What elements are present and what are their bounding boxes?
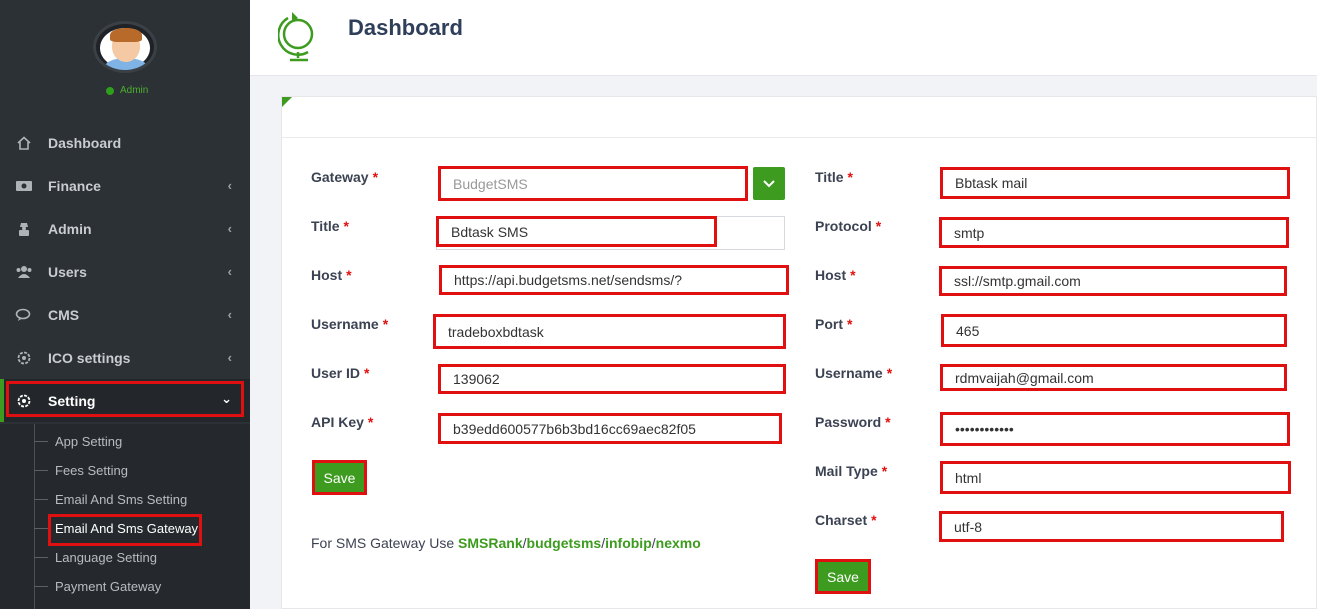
sms-host-value: https://api.budgetsms.net/sendsms/? [454, 272, 683, 288]
chevron-left-icon: ‹ [227, 221, 232, 236]
submenu-item-app-setting[interactable]: App Setting [0, 427, 250, 456]
email-username-label: Username * [815, 365, 893, 381]
submenu-item-fees-setting[interactable]: Fees Setting [0, 456, 250, 485]
sidebar-item-dashboard[interactable]: Dashboard [0, 121, 250, 164]
gateway-select[interactable]: BudgetSMS [438, 166, 748, 201]
link-infobip[interactable]: infobip [605, 535, 652, 551]
port-value: 465 [956, 322, 980, 339]
password-value: •••••••••••• [955, 421, 1014, 437]
sidebar-item-label: Finance [48, 177, 101, 194]
link-smsrank[interactable]: SMSRank [458, 535, 523, 551]
avatar[interactable] [93, 21, 157, 73]
sms-username-label: Username * [311, 316, 389, 332]
sidebar-item-label: Users [48, 263, 87, 280]
page-header: Dashboard [250, 0, 1317, 76]
user-panel: Admin [0, 0, 250, 110]
chevron-down-icon [763, 179, 775, 187]
user-id-label: User ID * [311, 365, 370, 381]
cog-icon [14, 350, 34, 366]
sms-title-value: Bdtask SMS [451, 223, 529, 240]
chevron-left-icon: ‹ [227, 264, 232, 279]
sidebar-item-ico-settings[interactable]: ICO settings ‹ [0, 336, 250, 379]
sms-host-input[interactable]: https://api.budgetsms.net/sendsms/? [439, 265, 789, 295]
sms-title-label: Title * [311, 218, 349, 234]
submenu-item-payment-gateway[interactable]: Payment Gateway [0, 572, 250, 601]
gateway-dropdown-button[interactable] [753, 167, 785, 200]
user-status: Admin [106, 85, 148, 96]
chevron-left-icon: ‹ [227, 307, 232, 322]
charset-value: utf-8 [954, 518, 983, 535]
api-key-label: API Key * [311, 414, 374, 430]
setting-highlight-box [6, 381, 244, 417]
sidebar-item-cms[interactable]: CMS ‹ [0, 293, 250, 336]
sms-username-value: tradeboxbdtask [448, 323, 544, 340]
submenu-item-language-setting[interactable]: Language Setting [0, 543, 250, 572]
sidebar-item-label: CMS [48, 306, 80, 323]
panel-header [282, 97, 1317, 138]
mail-type-label: Mail Type * [815, 463, 888, 479]
protocol-label: Protocol * [815, 218, 882, 234]
sms-host-label: Host * [311, 267, 352, 283]
sidebar-item-users[interactable]: Users ‹ [0, 250, 250, 293]
gateway-value: BudgetSMS [453, 175, 528, 192]
users-icon [14, 264, 34, 280]
password-input[interactable]: •••••••••••• [940, 412, 1290, 446]
chevron-left-icon: ‹ [227, 178, 232, 193]
link-nexmo[interactable]: nexmo [656, 535, 701, 551]
gateway-label: Gateway * [311, 169, 379, 185]
user-id-value: 139062 [453, 371, 500, 387]
submenu-label: Fees Setting [55, 463, 128, 478]
money-icon [14, 178, 34, 194]
sms-save-button[interactable]: Save [312, 460, 367, 495]
api-key-input[interactable]: b39edd600577b6b3bd16cc69aec82f05 [438, 413, 782, 444]
note-prefix: For SMS Gateway Use [311, 535, 459, 551]
sidebar-item-label: Admin [48, 220, 92, 237]
email-host-input[interactable]: ssl://smtp.gmail.com [939, 266, 1287, 296]
charset-label: Charset * [815, 512, 877, 528]
submenu-label: Payment Gateway [55, 579, 162, 594]
page-title: Dashboard [348, 15, 463, 40]
user-secret-icon [14, 221, 34, 237]
email-username-input[interactable]: rdmvaijah@gmail.com [940, 364, 1287, 391]
protocol-input[interactable]: smtp [939, 217, 1289, 248]
comments-icon [14, 307, 34, 323]
sms-gateway-note: For SMS Gateway Use SMSRank/budgetsms/in… [311, 535, 701, 551]
submenu-label: Language Setting [55, 550, 157, 565]
protocol-value: smtp [954, 224, 985, 241]
user-id-input[interactable]: 139062 [438, 364, 786, 394]
mail-type-value: html [955, 469, 982, 486]
email-save-button[interactable]: Save [815, 559, 871, 594]
port-input[interactable]: 465 [941, 314, 1287, 347]
email-host-value: ssl://smtp.gmail.com [954, 273, 1081, 289]
link-budgetsms[interactable]: budgetsms [527, 535, 602, 551]
email-username-value: rdmvaijah@gmail.com [955, 369, 1094, 386]
email-host-label: Host * [815, 267, 856, 283]
sidebar: Admin Dashboard Finance ‹ Admin ‹ Users … [0, 0, 250, 609]
sidebar-item-label: Dashboard [48, 134, 122, 151]
submenu-label: App Setting [55, 434, 123, 449]
sms-username-input[interactable]: tradeboxbdtask [433, 314, 786, 349]
submenu-item-email-sms-setting[interactable]: Email And Sms Setting [0, 485, 250, 514]
email-title-label: Title * [815, 169, 853, 185]
user-status-label: Admin [120, 85, 149, 96]
sidebar-item-finance[interactable]: Finance ‹ [0, 164, 250, 207]
sidebar-nav: Dashboard Finance ‹ Admin ‹ Users ‹ CMS … [0, 121, 250, 422]
api-key-value: b39edd600577b6b3bd16cc69aec82f05 [453, 420, 696, 437]
home-icon [14, 135, 34, 151]
corner-accent [282, 97, 292, 107]
chevron-left-icon: ‹ [227, 350, 232, 365]
password-label: Password * [815, 414, 891, 430]
sms-title-input[interactable]: Bdtask SMS [436, 216, 717, 247]
sidebar-item-admin[interactable]: Admin ‹ [0, 207, 250, 250]
globe-logo-icon [277, 10, 322, 64]
email-title-input[interactable]: Bbtask mail [940, 167, 1290, 199]
port-label: Port * [815, 316, 853, 332]
charset-input[interactable]: utf-8 [939, 511, 1284, 542]
email-title-value: Bbtask mail [955, 175, 1028, 191]
online-dot-icon [106, 86, 114, 95]
gateway-highlight-box [48, 514, 202, 546]
mail-type-input[interactable]: html [940, 461, 1291, 494]
sidebar-item-label: ICO settings [48, 349, 131, 366]
submenu-label: Email And Sms Setting [55, 492, 188, 507]
